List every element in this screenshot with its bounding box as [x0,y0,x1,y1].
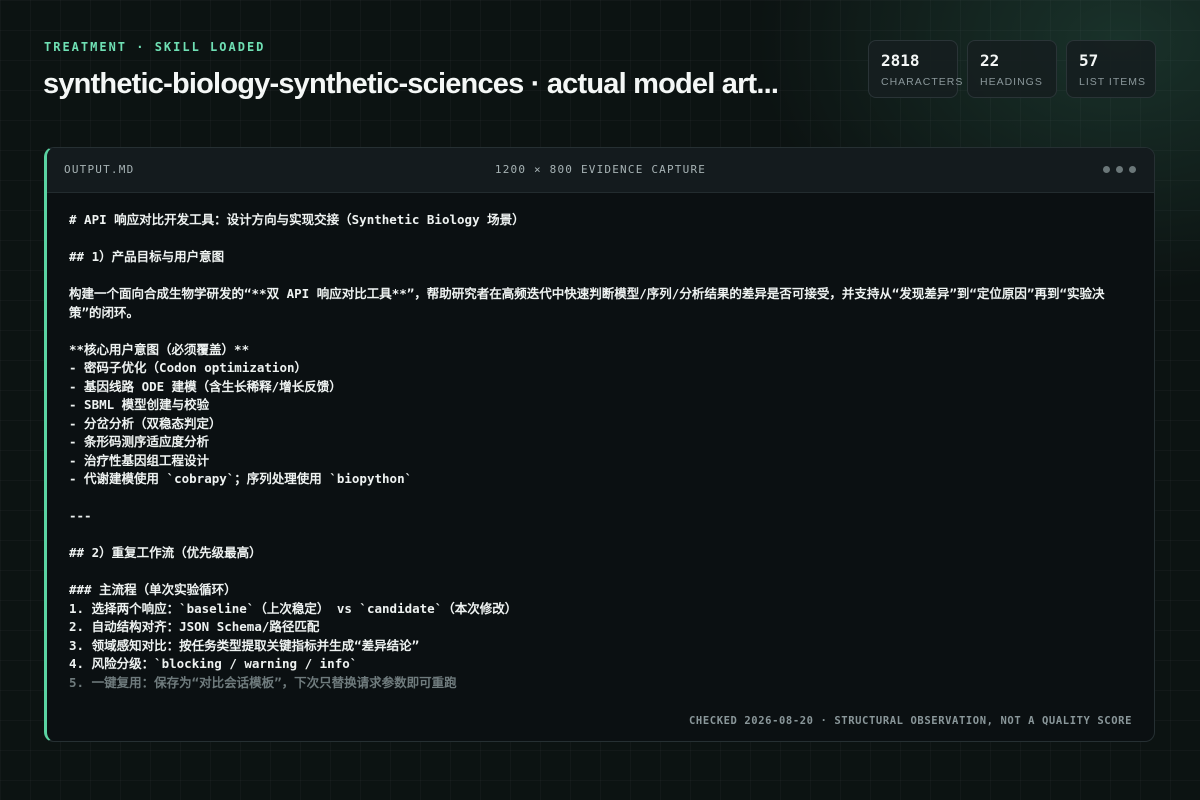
code-line: - 密码子优化（Codon optimization） [69,360,308,375]
dot-icon [1103,166,1110,173]
dot-icon [1116,166,1123,173]
code-line: ### 主流程（单次实验循环） [69,582,237,597]
stat-label: CHARACTERS [881,76,964,88]
code-line: --- [69,508,92,523]
code-line: ## 2）重复工作流（优先级最高） [69,545,262,560]
code-line: ## 1）产品目标与用户意图 [69,249,225,264]
code-line: 2. 自动结构对齐：JSON Schema/路径匹配 [69,619,320,634]
code-line: 3. 领域感知对比：按任务类型提取关键指标并生成“差异结论” [69,637,420,653]
code-line: # API 响应对比开发工具：设计方向与实现交接（Synthetic Biolo… [69,212,525,227]
stat-label: LIST ITEMS [1079,76,1146,88]
code-line: - 条形码测序适应度分析 [69,434,210,449]
code-line: - 治疗性基因组工程设计 [69,452,210,468]
code-line: 构建一个面向合成生物学研发的“**双 API 响应对比工具**”，帮助研究者在高… [69,286,1105,320]
stats-group: 2818 CHARACTERS 22 HEADINGS 57 LIST ITEM… [868,40,1156,98]
code-line: - 代谢建模使用 `cobrapy`；序列处理使用 `biopython` [69,471,413,486]
panel-caption: 1200 × 800 EVIDENCE CAPTURE [494,163,707,176]
panel-header: OUTPUT.MD 1200 × 800 EVIDENCE CAPTURE [47,148,1154,193]
markdown-content[interactable]: # API 响应对比开发工具：设计方向与实现交接（Synthetic Biolo… [69,211,1134,701]
stat-card-list-items: 57 LIST ITEMS [1066,40,1156,98]
code-line: 5. 一键复用：保存为“对比会话模板”，下次只替换请求参数即可重跑 [69,674,457,690]
code-line: **核心用户意图（必须覆盖）** [69,341,250,357]
stat-card-characters: 2818 CHARACTERS [868,40,964,98]
code-line: 1. 选择两个响应：`baseline`（上次稳定） vs `candidate… [69,600,518,616]
code-line: 4. 风险分级：`blocking / warning / info` [69,656,358,671]
stat-label: HEADINGS [980,76,1043,88]
code-line: - 基因线路 ODE 建模（含生长稀释/增长反馈） [69,378,342,394]
panel-footer: CHECKED 2026-08-20 · STRUCTURAL OBSERVAT… [689,715,1132,727]
stat-value: 57 [1079,51,1099,70]
stat-card-headings: 22 HEADINGS [967,40,1057,98]
page-title: synthetic-biology-synthetic-sciences · a… [43,68,779,100]
output-panel: OUTPUT.MD 1200 × 800 EVIDENCE CAPTURE # … [44,147,1155,742]
code-line: - SBML 模型创建与校验 [69,397,210,412]
code-line: - 分岔分析（双稳态判定） [69,415,222,431]
stat-value: 22 [980,51,1000,70]
window-dots[interactable] [1103,166,1136,173]
dot-icon [1129,166,1136,173]
eyebrow-label: TREATMENT · SKILL LOADED [44,40,266,54]
stat-value: 2818 [881,51,920,70]
